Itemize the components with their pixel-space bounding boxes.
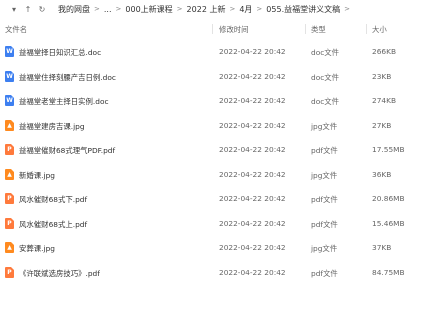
- file-row[interactable]: W 益福堂择日知识汇总.doc 2022-04-22 20:42 doc文件 266KB: [0, 40, 429, 64]
- column-divider[interactable]: [212, 24, 213, 34]
- column-header-type[interactable]: 类型: [311, 24, 326, 35]
- breadcrumb-item[interactable]: 2022 上新: [187, 4, 226, 15]
- file-size: 274KB: [372, 96, 397, 105]
- file-size: 27KB: [372, 120, 392, 130]
- breadcrumb-separator: >: [229, 5, 236, 13]
- pdf-file-icon: P: [5, 217, 14, 229]
- breadcrumb-separator: >: [115, 5, 122, 13]
- file-date: 2022-04-22 20:42: [219, 169, 286, 179]
- file-type: pdf文件: [311, 219, 338, 229]
- breadcrumb-separator: >: [94, 5, 100, 13]
- file-icon-glyph: P: [7, 219, 12, 227]
- file-icon-glyph: W: [6, 97, 13, 104]
- file-type: pdf文件: [311, 268, 338, 278]
- file-size: 20.86MB: [372, 194, 405, 203]
- file-name: 安葬课.jpg: [19, 244, 55, 253]
- file-size: 37KB: [372, 243, 392, 252]
- file-row[interactable]: P 风水催财68式上.pdf 2022-04-22 20:42 pdf文件 15.46M…: [0, 212, 429, 236]
- breadcrumb-separator: >: [256, 5, 263, 13]
- column-divider[interactable]: [366, 24, 367, 34]
- column-header-name[interactable]: 文件名: [5, 24, 27, 35]
- file-row[interactable]: ▲ 新婚课.jpg 2022-04-22 20:42 jpg文件 36KB: [0, 163, 429, 187]
- file-icon-glyph: ▲: [7, 170, 12, 178]
- file-date: 2022-04-22 20:42: [219, 96, 286, 105]
- file-row[interactable]: P 益福堂催财68式理气PDF.pdf 2022-04-22 20:42 pdf文件 1…: [0, 138, 429, 162]
- file-size: 84.75MB: [372, 267, 405, 277]
- breadcrumb-item[interactable]: 我的网盘: [58, 4, 90, 15]
- file-type: jpg文件: [311, 121, 338, 131]
- file-row[interactable]: P 风水催财68式下.pdf 2022-04-22 20:42 pdf文件 20.86M…: [0, 187, 429, 211]
- breadcrumb-item[interactable]: 000上新课程: [125, 4, 172, 15]
- file-icon-glyph: P: [7, 195, 12, 202]
- file-row[interactable]: ▲ 安葬课.jpg 2022-04-22 20:42 jpg文件 37KB: [0, 236, 429, 260]
- file-date: 2022-04-22 20:42: [219, 194, 286, 203]
- pdf-file-icon: P: [5, 193, 14, 204]
- file-name: 益福堂建房吉课.jpg: [19, 121, 85, 131]
- chevron-down-icon[interactable]: ▾: [8, 2, 20, 16]
- file-row[interactable]: W 益福堂住择刻腰产吉日例.doc 2022-04-22 20:42 doc文件 23K…: [0, 65, 429, 89]
- file-name: 益福堂住择刻腰产吉日例.doc: [19, 72, 116, 82]
- file-type: doc文件: [311, 72, 340, 82]
- file-icon-glyph: ▲: [7, 244, 12, 251]
- doc-file-icon: W: [5, 46, 14, 57]
- column-header: 文件名 修改时间 类型 大小: [0, 22, 429, 36]
- file-name: 风水催财68式下.pdf: [19, 195, 88, 204]
- file-size: 36KB: [372, 169, 392, 179]
- toolbar: ▾ ↑ ↻ 我的网盘 > ... > 000上新课程 > 2022 上新 > 4…: [0, 0, 429, 18]
- file-type: pdf文件: [311, 146, 338, 155]
- file-name: 益福堂催财68式理气PDF.pdf: [19, 146, 116, 155]
- file-icon-glyph: W: [6, 72, 13, 80]
- file-icon-glyph: P: [7, 268, 12, 276]
- file-date: 2022-04-22 20:42: [219, 218, 286, 228]
- doc-file-icon: W: [5, 95, 14, 106]
- file-type: doc文件: [311, 97, 340, 106]
- column-header-size[interactable]: 大小: [372, 24, 387, 35]
- breadcrumb-separator: >: [176, 5, 183, 13]
- breadcrumb: 我的网盘 > ... > 000上新课程 > 2022 上新 > 4月 > 05…: [58, 4, 354, 15]
- breadcrumb-item-current[interactable]: 055.益福堂讲义文稿: [266, 4, 340, 15]
- doc-file-icon: W: [5, 70, 14, 82]
- file-type: jpg文件: [311, 244, 338, 253]
- file-date: 2022-04-22 20:42: [219, 145, 286, 154]
- jpg-file-icon: ▲: [5, 119, 14, 131]
- file-row[interactable]: W 益福堂老堂主择日实例.doc 2022-04-22 20:42 doc文件 274K…: [0, 89, 429, 113]
- file-icon-glyph: ▲: [7, 121, 12, 129]
- file-size: 23KB: [372, 71, 392, 81]
- jpg-file-icon: ▲: [5, 168, 14, 180]
- file-name: 新婚课.jpg: [19, 170, 55, 180]
- breadcrumb-separator: >: [344, 5, 350, 13]
- file-size: 17.55MB: [372, 145, 405, 154]
- breadcrumb-item[interactable]: 4月: [239, 4, 252, 15]
- file-name: 益福堂老堂主择日实例.doc: [19, 97, 109, 106]
- column-divider[interactable]: [305, 24, 306, 34]
- file-date: 2022-04-22 20:42: [219, 71, 286, 81]
- file-type: pdf文件: [311, 195, 338, 204]
- file-name: 《许联斌选房技巧》.pdf: [19, 268, 100, 278]
- file-date: 2022-04-22 20:42: [219, 243, 286, 252]
- file-date: 2022-04-22 20:42: [219, 47, 286, 56]
- file-size: 15.46MB: [372, 218, 405, 228]
- up-arrow-icon[interactable]: ↑: [22, 2, 34, 16]
- refresh-icon[interactable]: ↻: [36, 2, 48, 16]
- file-name: 风水催财68式上.pdf: [19, 219, 88, 229]
- file-date: 2022-04-22 20:42: [219, 267, 286, 277]
- file-size: 266KB: [372, 47, 397, 56]
- file-icon-glyph: W: [6, 48, 13, 55]
- file-date: 2022-04-22 20:42: [219, 120, 286, 130]
- file-type: doc文件: [311, 48, 340, 57]
- column-header-date[interactable]: 修改时间: [219, 24, 249, 35]
- file-row[interactable]: P 《许联斌选房技巧》.pdf 2022-04-22 20:42 pdf文件 84.75…: [0, 261, 429, 285]
- file-row[interactable]: ▲ 益福堂建房吉课.jpg 2022-04-22 20:42 jpg文件 27KB: [0, 114, 429, 138]
- file-name: 益福堂择日知识汇总.doc: [19, 48, 102, 57]
- jpg-file-icon: ▲: [5, 242, 14, 253]
- breadcrumb-item[interactable]: ...: [104, 5, 112, 14]
- file-type: jpg文件: [311, 170, 338, 180]
- file-icon-glyph: P: [7, 146, 12, 153]
- pdf-file-icon: P: [5, 144, 14, 155]
- pdf-file-icon: P: [5, 266, 14, 278]
